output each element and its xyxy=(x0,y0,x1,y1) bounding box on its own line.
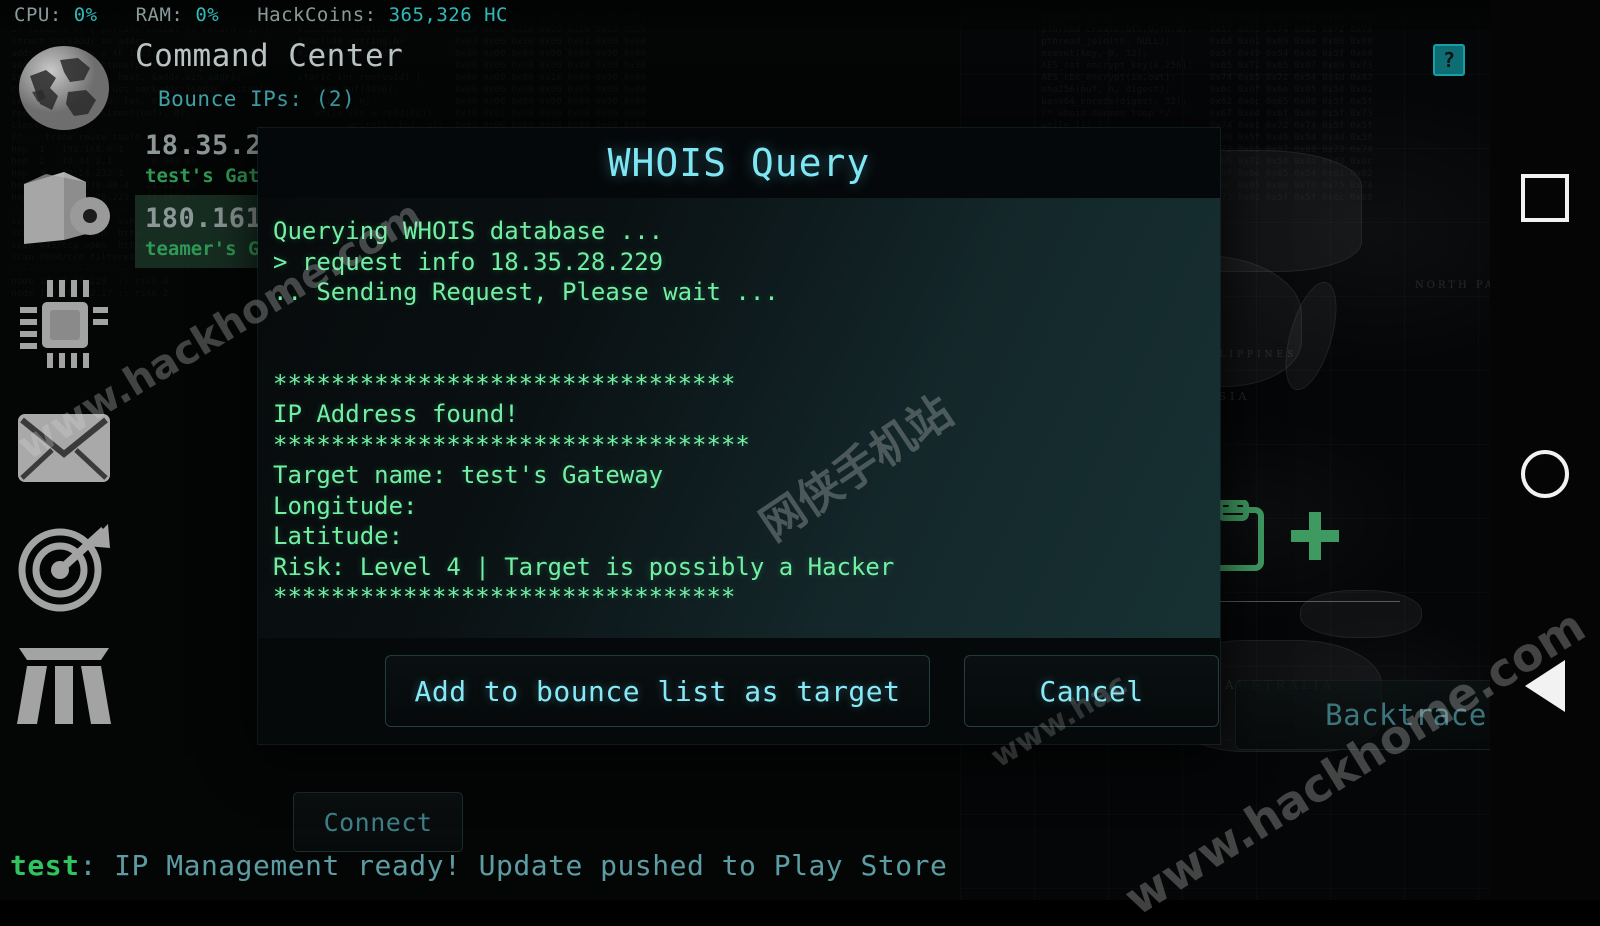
clipboard-actions xyxy=(1200,499,1342,576)
ram-status: RAM: 0% xyxy=(136,4,220,26)
whois-log-line: .. Sending Request, Please wait ... xyxy=(273,278,779,306)
mail-icon xyxy=(16,412,112,484)
whois-log-text: Querying WHOIS database ... > request inf… xyxy=(273,216,1220,613)
software-box-icon xyxy=(16,164,112,252)
add-to-bounce-list-label: Add to bounce list as target xyxy=(414,674,901,708)
whois-log-line xyxy=(273,338,1220,369)
help-icon[interactable]: ? xyxy=(1433,44,1465,76)
bridge-icon xyxy=(15,644,113,728)
whois-log-output: Querying WHOIS database ... > request inf… xyxy=(258,198,1220,638)
plus-icon[interactable] xyxy=(1288,509,1342,567)
cpu-chip-icon xyxy=(16,276,112,368)
backtrace-button-label: Backtrace xyxy=(1325,698,1487,732)
whois-log-line: ******************************** xyxy=(273,583,736,611)
hackcoins-status: HackCoins: 365,326 HC xyxy=(257,4,508,26)
android-navigation-bar xyxy=(1490,0,1600,900)
chat-username: test xyxy=(10,849,80,882)
ram-label: RAM: xyxy=(135,4,184,26)
help-glyph: ? xyxy=(1442,48,1456,72)
connect-button-label: Connect xyxy=(323,807,433,837)
bounce-ips-header: Bounce IPs: (2) xyxy=(158,87,356,111)
sidebar-item-software[interactable] xyxy=(12,156,116,260)
whois-log-line: Target name: test's Gateway xyxy=(273,461,664,489)
whois-log-line: Longitude: xyxy=(273,491,418,520)
connect-button[interactable]: Connect xyxy=(293,792,463,852)
whois-log-line: ******************************** xyxy=(273,369,736,398)
whois-log-line: Risk: Level 4 | Target is possibly a Hac… xyxy=(273,552,895,581)
chat-message: IP Management ready! Update pushed to Pl… xyxy=(96,849,948,882)
cpu-status: CPU: 0% xyxy=(14,4,98,26)
ram-value: 0% xyxy=(195,4,220,26)
sidebar-item-messages[interactable] xyxy=(12,396,116,500)
cancel-button-label: Cancel xyxy=(1039,674,1144,708)
sidebar-item-missions[interactable] xyxy=(12,634,116,738)
sidebar-item-world-map[interactable] xyxy=(12,36,116,140)
dialog-actions: Add to bounce list as target Cancel xyxy=(258,638,1220,744)
whois-log-line: Latitude: xyxy=(273,522,404,550)
sidebar-item-hardware[interactable] xyxy=(12,270,116,374)
hackcoins-value: 365,326 HC xyxy=(388,4,508,26)
back-triangle-icon[interactable] xyxy=(1525,660,1565,712)
sidebar-item-targets[interactable] xyxy=(12,514,116,618)
sidebar-rail xyxy=(0,36,130,776)
cancel-button[interactable]: Cancel xyxy=(964,655,1219,727)
chat-status-line: test: IP Management ready! Update pushed… xyxy=(10,849,947,882)
add-to-bounce-list-button[interactable]: Add to bounce list as target xyxy=(385,655,930,727)
target-icon xyxy=(16,520,112,612)
whois-log-line xyxy=(273,308,1220,339)
recents-square-icon[interactable] xyxy=(1521,174,1569,222)
system-status-bar: CPU: 0% RAM: 0% HackCoins: 365,326 HC xyxy=(0,0,1600,30)
cpu-label: CPU: xyxy=(14,4,62,26)
page-title: Command Center xyxy=(135,38,404,74)
chat-separator: : xyxy=(79,849,97,882)
hackcoins-label: HackCoins: xyxy=(257,4,377,26)
whois-log-line: ********************************* xyxy=(273,430,750,459)
globe-icon xyxy=(16,40,112,136)
home-circle-icon[interactable] xyxy=(1521,450,1569,498)
dialog-title: WHOIS Query xyxy=(258,128,1220,198)
whois-log-line: IP Address found! xyxy=(273,400,519,428)
whois-log-line: > request info 18.35.28.229 xyxy=(273,247,664,276)
whois-log-line: Querying WHOIS database ... xyxy=(273,217,664,245)
cpu-value: 0% xyxy=(73,4,98,26)
whois-query-dialog: WHOIS Query Querying WHOIS database ... >… xyxy=(258,128,1220,744)
